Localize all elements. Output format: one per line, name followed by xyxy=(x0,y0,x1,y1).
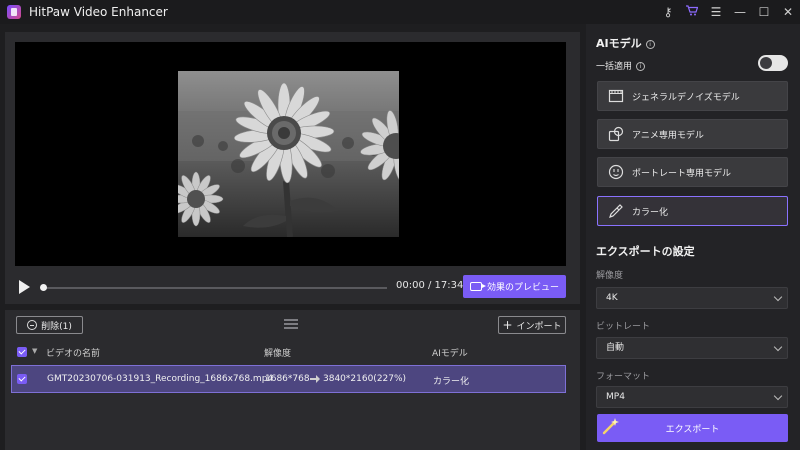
list-toolbar: 削除(1) + インポート xyxy=(5,310,580,340)
effect-preview-button[interactable]: 効果のプレビュー xyxy=(463,275,566,298)
video-frame xyxy=(178,71,399,237)
window-controls: ⚷ ☰ — ☐ ✕ xyxy=(656,0,800,24)
select-all-checkbox[interactable] xyxy=(17,347,27,357)
chevron-down-icon[interactable]: ▼ xyxy=(32,347,37,355)
import-label: インポート xyxy=(516,321,562,332)
magic-wand-icon xyxy=(602,418,619,435)
face-icon xyxy=(608,164,624,180)
effect-preview-label: 効果のプレビュー xyxy=(486,283,559,293)
bitrate-value: 自動 xyxy=(606,343,625,353)
resolution-value: 4K xyxy=(606,293,618,303)
table-row[interactable]: GMT20230706-031913_Recording_1686x768.mp… xyxy=(11,365,566,393)
model-portrait-button[interactable]: ポートレート専用モデル xyxy=(597,157,788,187)
list-header: ▼ ビデオの名前 解像度 AIモデル xyxy=(5,343,580,361)
chevron-down-icon xyxy=(773,391,783,401)
batch-apply-label: 一括適用 xyxy=(596,62,633,72)
row-filename: GMT20230706-031913_Recording_1686x768.mp… xyxy=(47,374,274,384)
export-settings-title: エクスポートの設定 xyxy=(596,245,695,258)
title-bar: HitPaw Video Enhancer ⚷ ☰ — ☐ ✕ xyxy=(0,0,800,24)
file-list-panel: 削除(1) + インポート ▼ ビデオの名前 解像度 AIモデル GMT2023… xyxy=(5,310,580,450)
format-select[interactable]: MP4 xyxy=(596,386,788,408)
resolution-label: 解像度 xyxy=(596,271,624,281)
film-icon xyxy=(608,89,624,103)
delete-button[interactable]: 削除(1) xyxy=(16,316,83,334)
column-header-name[interactable]: ビデオの名前 xyxy=(46,346,100,359)
panel-resize-handle-icon[interactable] xyxy=(284,319,298,329)
toggle-knob xyxy=(760,57,772,69)
model-label: ジェネラルデノイズモデル xyxy=(632,92,740,103)
row-checkbox[interactable] xyxy=(17,374,27,384)
video-camera-icon xyxy=(469,282,486,291)
app-title: HitPaw Video Enhancer xyxy=(29,5,168,19)
time-display: 00:00 / 17:34 xyxy=(396,280,464,291)
row-resolution-to: 3840*2160(227%) xyxy=(323,374,407,384)
menu-icon[interactable]: ☰ xyxy=(704,5,728,19)
play-icon[interactable] xyxy=(19,280,30,294)
minus-circle-icon xyxy=(27,320,38,330)
model-label: ポートレート専用モデル xyxy=(632,168,732,179)
arrow-right-icon xyxy=(310,375,320,383)
cart-icon[interactable] xyxy=(680,5,704,19)
ai-model-title-text: AIモデル xyxy=(596,37,642,50)
settings-sidebar: AIモデル i 一括適用 i ジェネラルデノイズモデル アニメ専用モデル ポートレー… xyxy=(586,24,800,450)
progress-bar[interactable] xyxy=(40,284,387,291)
bitrate-select[interactable]: 自動 xyxy=(596,337,788,359)
batch-apply-toggle[interactable] xyxy=(758,55,788,71)
player-controls: 00:00 / 17:34 効果のプレビュー xyxy=(15,275,566,299)
model-anime-button[interactable]: アニメ専用モデル xyxy=(597,119,788,149)
row-model: カラー化 xyxy=(433,377,470,387)
ai-model-title: AIモデル i xyxy=(596,35,655,51)
format-label: フォーマット xyxy=(596,372,651,382)
import-button[interactable]: + インポート xyxy=(498,316,566,334)
resolution-select[interactable]: 4K xyxy=(596,287,788,309)
preview-panel: 00:00 / 17:34 効果のプレビュー xyxy=(5,32,580,304)
delete-label: 削除(1) xyxy=(41,321,72,332)
bitrate-label: ビットレート xyxy=(596,322,651,332)
model-label: アニメ専用モデル xyxy=(632,130,704,141)
model-colorize-button[interactable]: カラー化 xyxy=(597,196,788,226)
close-icon[interactable]: ✕ xyxy=(776,5,800,19)
anime-icon xyxy=(608,126,624,142)
export-button[interactable]: エクスポート xyxy=(597,414,788,442)
maximize-icon[interactable]: ☐ xyxy=(752,5,776,19)
info-icon[interactable]: i xyxy=(645,40,655,49)
app-logo xyxy=(7,5,21,19)
format-value: MP4 xyxy=(606,392,625,402)
info-icon[interactable]: i xyxy=(636,62,646,71)
chevron-down-icon xyxy=(773,292,783,302)
key-icon[interactable]: ⚷ xyxy=(656,5,680,19)
brush-icon xyxy=(609,204,623,218)
row-resolution-from: 1686*768 xyxy=(265,374,310,384)
video-viewport[interactable] xyxy=(15,42,566,266)
plus-icon: + xyxy=(502,318,513,332)
column-header-model[interactable]: AIモデル xyxy=(432,346,468,359)
batch-apply-row: 一括適用 i xyxy=(596,59,646,72)
model-label: カラー化 xyxy=(632,207,669,218)
model-general-denoise-button[interactable]: ジェネラルデノイズモデル xyxy=(597,81,788,111)
minimize-icon[interactable]: — xyxy=(728,5,752,19)
chevron-down-icon xyxy=(773,342,783,352)
export-label: エクスポート xyxy=(665,424,720,435)
progress-knob[interactable] xyxy=(40,284,47,291)
column-header-resolution[interactable]: 解像度 xyxy=(264,346,291,359)
